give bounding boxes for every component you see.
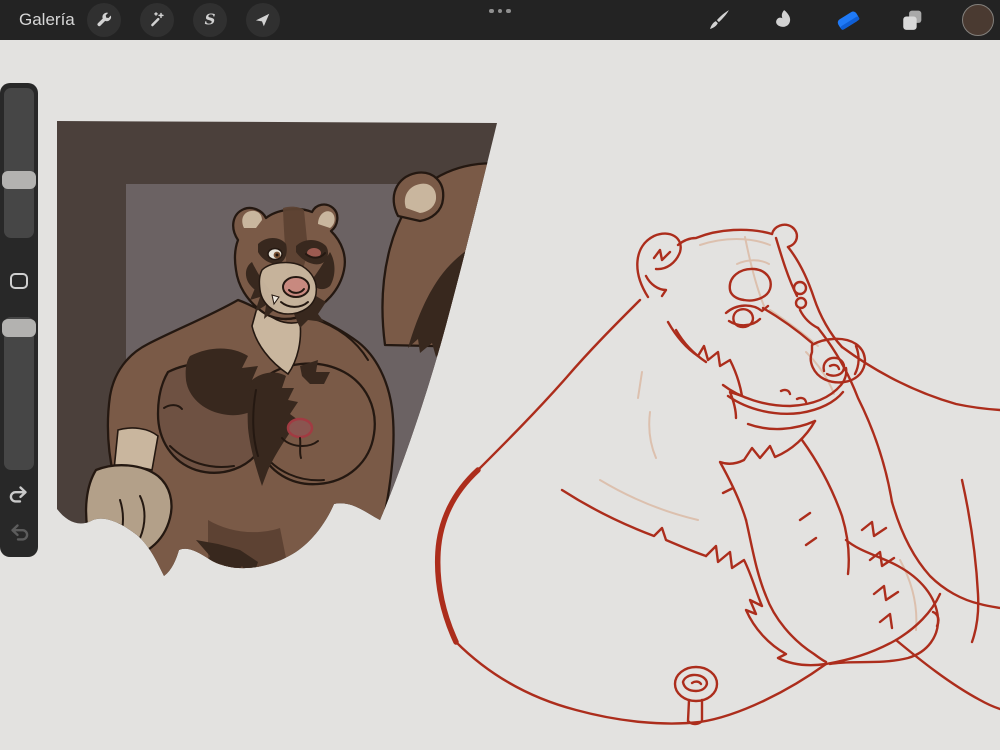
layers-button[interactable] bbox=[895, 3, 929, 37]
svg-text:S: S bbox=[205, 11, 216, 29]
gallery-button[interactable]: Galería bbox=[19, 0, 75, 40]
selection-s-icon: S bbox=[205, 11, 216, 29]
redo-arrow-icon bbox=[11, 524, 29, 541]
eraser-icon bbox=[837, 11, 860, 30]
layers-icon bbox=[903, 10, 922, 30]
paintbrush-icon bbox=[710, 10, 729, 29]
canvas[interactable] bbox=[0, 0, 1000, 750]
undo-arrow-icon bbox=[9, 486, 27, 503]
smudge-icon bbox=[776, 10, 791, 27]
opacity-slider[interactable] bbox=[2, 317, 36, 470]
procreate-window: Galería S bbox=[0, 0, 1000, 750]
modify-button[interactable] bbox=[0, 259, 38, 303]
selection-button[interactable]: S bbox=[193, 3, 227, 37]
red-sketch bbox=[434, 223, 1000, 726]
undo-button[interactable] bbox=[0, 479, 38, 511]
eraser-tool-button[interactable] bbox=[831, 3, 865, 37]
opacity-handle[interactable] bbox=[2, 318, 36, 337]
paint-tool-button[interactable] bbox=[702, 3, 736, 37]
adjustments-button[interactable] bbox=[140, 3, 174, 37]
top-toolbar: Galería S bbox=[0, 0, 1000, 40]
wrench-icon bbox=[97, 12, 112, 27]
transform-arrow-icon bbox=[255, 13, 270, 27]
reference-painting bbox=[57, 121, 497, 576]
smudge-tool-button[interactable] bbox=[766, 3, 800, 37]
magic-wand-icon bbox=[151, 12, 164, 27]
color-swatch bbox=[962, 4, 994, 36]
modify-square-icon bbox=[10, 273, 28, 289]
mirror-bear bbox=[381, 162, 497, 359]
transform-button[interactable] bbox=[246, 3, 280, 37]
brush-sidebar bbox=[0, 83, 38, 557]
brush-size-slider[interactable] bbox=[2, 88, 36, 238]
brush-size-handle[interactable] bbox=[2, 170, 36, 189]
actions-button[interactable] bbox=[87, 3, 121, 37]
redo-button[interactable] bbox=[0, 517, 38, 549]
ellipsis-icon[interactable] bbox=[486, 6, 514, 16]
color-button[interactable] bbox=[961, 3, 995, 37]
